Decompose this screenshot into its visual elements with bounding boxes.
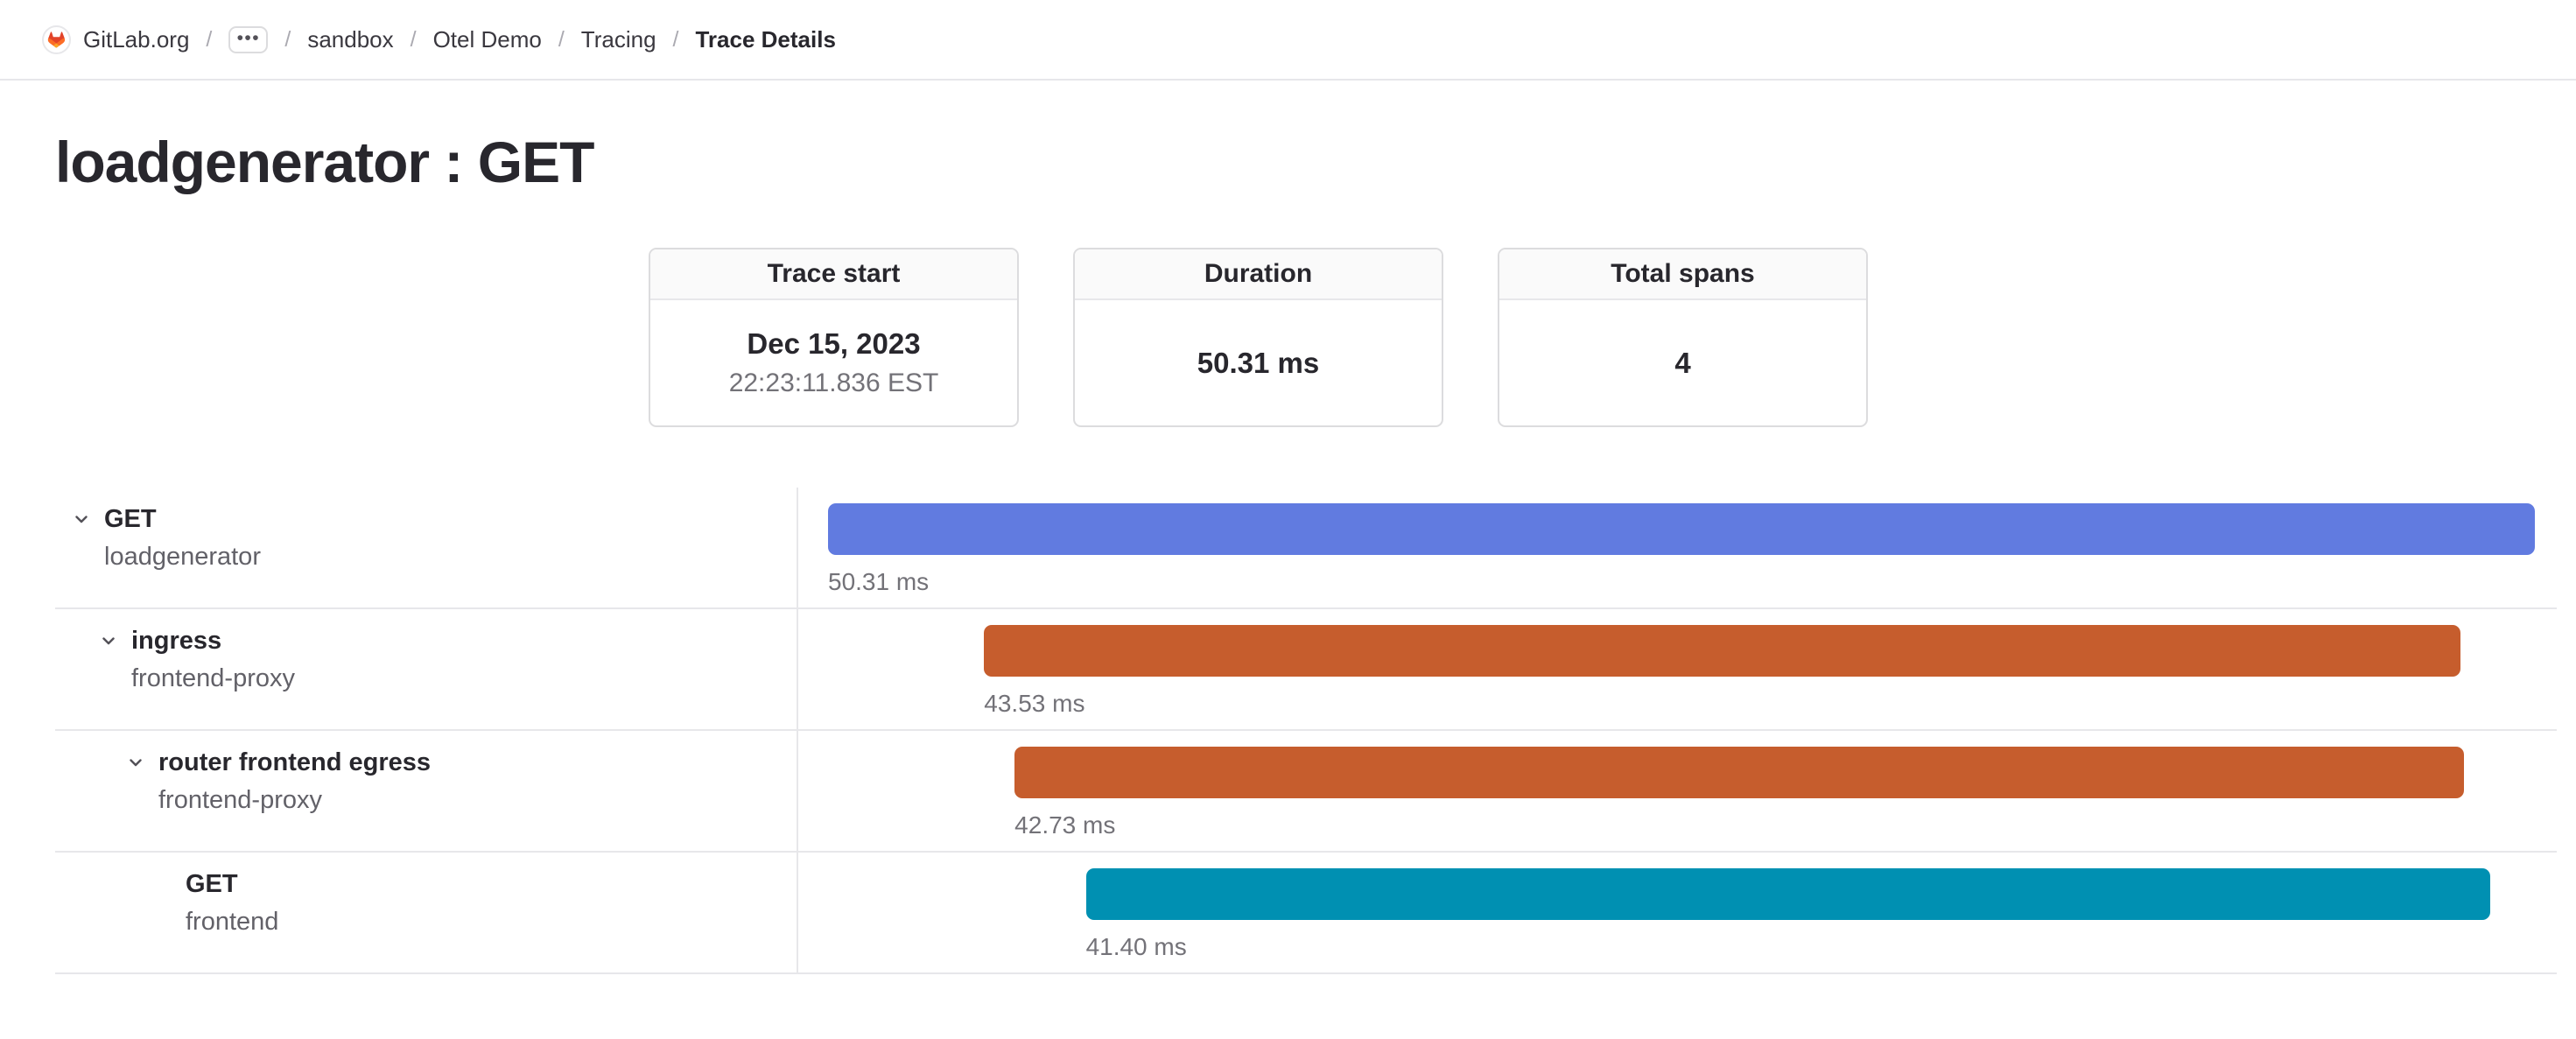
chevron-down-icon[interactable] <box>125 747 146 778</box>
span-duration-bar[interactable] <box>984 625 2460 677</box>
trace-start-date: Dec 15, 2023 <box>747 327 920 361</box>
span-labels: GET loadgenerator <box>104 503 261 572</box>
span-timeline-cell: 43.53 ms <box>797 609 2557 729</box>
breadcrumb-separator: / <box>673 27 679 53</box>
span-duration-label: 42.73 ms <box>1014 811 1115 839</box>
span-row[interactable]: router frontend egress frontend-proxy 42.7… <box>55 731 2557 853</box>
breadcrumb-item-sandbox[interactable]: sandbox <box>307 26 393 53</box>
breadcrumb-separator: / <box>558 27 565 53</box>
span-labels: GET frontend <box>186 868 278 937</box>
span-operation-label: router frontend egress <box>158 747 431 778</box>
span-duration-bar[interactable] <box>1014 747 2464 798</box>
top-navbar: GitLab.org / ••• / sandbox / Otel Demo /… <box>0 0 2576 81</box>
chevron-spacer <box>152 868 173 900</box>
span-labels: router frontend egress frontend-proxy <box>158 747 431 816</box>
span-operation-label: ingress <box>131 625 295 656</box>
breadcrumb-link-gitlab-org[interactable]: GitLab.org <box>42 25 189 54</box>
span-duration-bar[interactable] <box>828 503 2535 555</box>
span-meta-cell: GET loadgenerator <box>55 488 797 607</box>
chevron-down-icon[interactable] <box>71 503 92 535</box>
span-operation-label: GET <box>104 503 261 535</box>
span-timeline-cell: 41.40 ms <box>797 853 2557 972</box>
breadcrumb: GitLab.org / ••• / sandbox / Otel Demo /… <box>42 25 836 54</box>
span-meta-cell: router frontend egress frontend-proxy <box>55 731 797 851</box>
span-service-label: frontend <box>186 906 278 937</box>
span-operation-label: GET <box>186 868 278 900</box>
trace-start-card-title: Trace start <box>650 249 1017 300</box>
span-waterfall: GET loadgenerator 50.31 ms ingress frontend-… <box>55 488 2557 974</box>
chevron-down-icon[interactable] <box>98 625 119 656</box>
page-title: loadgenerator : GET <box>55 130 2576 193</box>
total-spans-card-title: Total spans <box>1499 249 1866 300</box>
span-duration-label: 41.40 ms <box>1086 933 1187 961</box>
span-duration-bar[interactable] <box>1086 868 2491 920</box>
breadcrumb-item-gitlab-org[interactable]: GitLab.org <box>83 26 189 53</box>
breadcrumb-ellipsis-button[interactable]: ••• <box>228 26 268 53</box>
span-row[interactable]: GET frontend 41.40 ms <box>55 853 2557 974</box>
breadcrumb-separator: / <box>284 27 291 53</box>
trace-start-card-body: Dec 15, 2023 22:23:11.836 EST <box>650 300 1017 425</box>
trace-start-time: 22:23:11.836 EST <box>729 369 939 398</box>
gitlab-tanuki-icon <box>47 31 66 49</box>
breadcrumb-separator: / <box>411 27 417 53</box>
total-spans-card: Total spans 4 <box>1498 248 1868 427</box>
span-service-label: frontend-proxy <box>131 663 295 694</box>
duration-card-title: Duration <box>1075 249 1442 300</box>
total-spans-value: 4 <box>1674 347 1690 380</box>
duration-card-body: 50.31 ms <box>1075 300 1442 425</box>
breadcrumb-item-trace-details: Trace Details <box>695 26 835 53</box>
span-timeline-cell: 42.73 ms <box>797 731 2557 851</box>
span-duration-label: 43.53 ms <box>984 690 1084 718</box>
span-labels: ingress frontend-proxy <box>131 625 295 694</box>
span-row[interactable]: GET loadgenerator 50.31 ms <box>55 488 2557 609</box>
duration-value: 50.31 ms <box>1197 347 1319 380</box>
gitlab-logo-avatar <box>42 25 71 54</box>
breadcrumb-item-otel-demo[interactable]: Otel Demo <box>433 26 542 53</box>
span-row[interactable]: ingress frontend-proxy 43.53 ms <box>55 609 2557 731</box>
span-service-label: frontend-proxy <box>158 784 431 816</box>
trace-start-card: Trace start Dec 15, 2023 22:23:11.836 ES… <box>649 248 1019 427</box>
span-meta-cell: GET frontend <box>55 853 797 972</box>
breadcrumb-item-tracing[interactable]: Tracing <box>581 26 656 53</box>
total-spans-card-body: 4 <box>1499 300 1866 425</box>
span-timeline-cell: 50.31 ms <box>797 488 2557 607</box>
duration-card: Duration 50.31 ms <box>1073 248 1443 427</box>
span-service-label: loadgenerator <box>104 541 261 572</box>
trace-summary-cards: Trace start Dec 15, 2023 22:23:11.836 ES… <box>649 248 2576 427</box>
breadcrumb-separator: / <box>206 27 212 53</box>
span-duration-label: 50.31 ms <box>828 568 929 596</box>
span-meta-cell: ingress frontend-proxy <box>55 609 797 729</box>
